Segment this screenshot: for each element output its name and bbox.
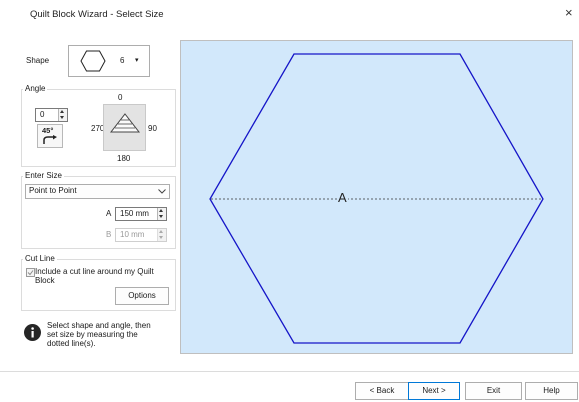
shape-label: Shape — [26, 56, 50, 65]
help-button[interactable]: Help — [525, 382, 578, 400]
spin-up-icon[interactable] — [60, 110, 64, 113]
spin-up-icon — [159, 230, 163, 233]
hexagon-outline — [209, 53, 544, 344]
back-button[interactable]: < Back — [355, 382, 409, 400]
spin-down-icon — [159, 236, 163, 239]
exit-button[interactable]: Exit — [465, 382, 522, 400]
hexagon-preview — [209, 53, 544, 344]
window-title: Quilt Block Wizard - Select Size — [30, 9, 164, 20]
cut-line-group-label: Cut Line — [23, 254, 57, 264]
angle-spinner[interactable]: 0 — [35, 108, 68, 122]
options-button[interactable]: Options — [115, 287, 169, 305]
chevron-down-icon: ▾ — [135, 57, 139, 64]
angle-preview-icon — [109, 113, 141, 133]
shape-selector[interactable]: 6 ▾ — [68, 45, 150, 77]
enter-size-group-label: Enter Size — [23, 171, 64, 181]
size-b-spinner-arrows — [157, 229, 166, 241]
size-a-spinner-arrows[interactable] — [157, 208, 166, 220]
hexagon-icon — [80, 50, 106, 72]
spin-down-icon[interactable] — [60, 116, 64, 119]
size-mode-value: Point to Point — [29, 186, 77, 195]
cut-line-checkbox-label: Include a cut line around my Quilt Block — [35, 267, 154, 285]
size-a-label: A — [106, 209, 112, 218]
chevron-down-icon — [158, 189, 166, 194]
spin-up-icon[interactable] — [159, 209, 163, 212]
rotate-arrow-icon — [43, 135, 57, 144]
size-a-value: 150 mm — [120, 209, 149, 218]
info-text: Select shape and angle, then set size by… — [47, 321, 151, 348]
dial-right-label: 90 — [148, 124, 157, 133]
rotate-45-label: 45° — [42, 126, 54, 135]
size-mode-dropdown[interactable]: Point to Point — [25, 184, 170, 199]
size-b-value: 10 mm — [120, 230, 145, 239]
size-b-label: B — [106, 230, 112, 239]
check-icon — [27, 270, 34, 276]
dial-top-label: 0 — [118, 93, 123, 102]
angle-dial[interactable] — [103, 104, 146, 151]
preview-canvas: A — [180, 40, 573, 354]
footer-divider — [0, 371, 579, 372]
rotate-45-button[interactable]: 45° — [37, 124, 63, 148]
size-b-spinner: 10 mm — [115, 228, 167, 242]
spin-down-icon[interactable] — [159, 215, 163, 218]
dial-bottom-label: 180 — [117, 154, 131, 163]
shape-sides-value: 6 — [120, 56, 125, 65]
angle-group-label: Angle — [23, 84, 48, 94]
cut-line-checkbox[interactable] — [26, 268, 35, 277]
info-icon — [24, 324, 41, 341]
size-a-spinner[interactable]: 150 mm — [115, 207, 167, 221]
angle-spinner-arrows[interactable] — [58, 109, 67, 121]
angle-value: 0 — [40, 110, 45, 119]
next-button[interactable]: Next > — [408, 382, 460, 400]
measure-label: A — [337, 190, 348, 206]
close-icon[interactable]: × — [565, 6, 573, 19]
